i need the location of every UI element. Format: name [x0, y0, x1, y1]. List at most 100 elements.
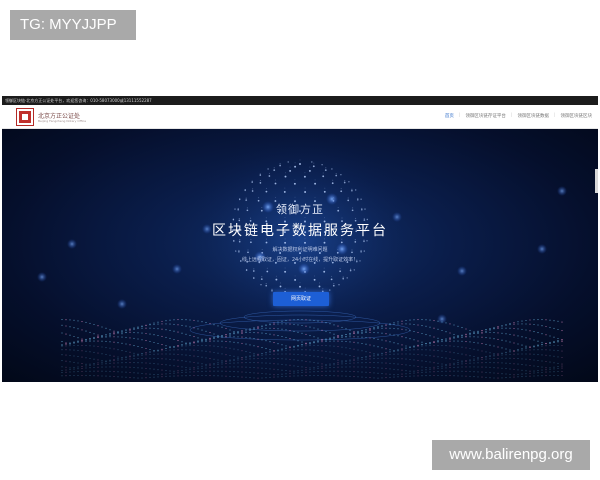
wave-particle [205, 322, 207, 324]
globe-dot [287, 161, 289, 163]
wave-particle [337, 363, 339, 365]
wave-particle [157, 323, 159, 325]
wave-particle [505, 377, 507, 379]
wave-particle [325, 340, 327, 342]
wave-particle [185, 366, 187, 368]
wave-particle [305, 319, 307, 321]
wave-particle [337, 370, 339, 372]
wave-particle [293, 353, 295, 355]
wave-particle [305, 369, 307, 371]
wave-particle [357, 362, 359, 364]
nav-item-block[interactable]: 领御区块链区块 [561, 113, 593, 119]
wave-particle [481, 350, 483, 352]
wave-particle [305, 325, 307, 327]
wave-particle [325, 375, 327, 377]
wave-particle [265, 324, 267, 326]
logo-seal-icon[interactable] [16, 108, 34, 126]
wave-particle [209, 370, 211, 372]
wave-particle [285, 370, 287, 372]
wave-particle [289, 372, 291, 375]
wave-particle [501, 362, 503, 364]
wave-particle [209, 375, 211, 377]
wave-particle [153, 368, 155, 370]
wave-particle [385, 368, 387, 370]
wave-particle [429, 355, 431, 357]
wave-particle [437, 320, 439, 322]
globe-dot [251, 190, 254, 192]
wave-particle [505, 368, 507, 370]
wave-particle [493, 362, 495, 364]
wave-particle [505, 357, 507, 359]
wave-particle [289, 349, 291, 351]
wave-particle [469, 366, 471, 368]
wave-particle [305, 345, 307, 347]
wave-particle [73, 342, 75, 344]
globe-dot [353, 269, 355, 271]
wave-particle [229, 341, 231, 343]
wave-particle [417, 359, 419, 361]
wave-particle [365, 343, 367, 345]
wave-particle [225, 334, 227, 336]
wave-particle [389, 376, 391, 378]
wave-particle [453, 362, 455, 364]
wave-particle [213, 337, 215, 339]
wave-particle [237, 359, 239, 361]
globe-dot [267, 168, 269, 170]
wave-particle [81, 321, 83, 323]
wave-particle [133, 377, 135, 379]
wave-particle [61, 345, 63, 347]
wave-particle [89, 339, 91, 341]
wave-particle [489, 377, 491, 379]
wave-particle [85, 321, 87, 323]
wave-particle [525, 349, 527, 351]
nav-item-data[interactable]: 领御区块链数据 [517, 113, 549, 119]
wave-particle [161, 348, 163, 350]
wave-particle [517, 343, 519, 345]
wave-particle [181, 332, 183, 334]
wave-particle [465, 370, 467, 372]
wave-particle [441, 367, 443, 369]
wave-particle [241, 357, 243, 359]
wave-particle [561, 365, 563, 367]
wave-particle [209, 345, 211, 347]
wave-particle [561, 374, 563, 377]
wave-particle [477, 332, 479, 334]
wave-particle [353, 359, 355, 361]
wave-particle [425, 345, 427, 347]
scrollbar[interactable] [595, 169, 598, 193]
wave-particle [297, 324, 299, 326]
wave-particle [533, 323, 535, 326]
wave-particle [537, 370, 539, 372]
wave-particle [425, 349, 427, 351]
globe-dot [340, 174, 342, 176]
wave-particle [113, 330, 115, 332]
wave-particle [381, 362, 383, 364]
wave-particle [101, 346, 103, 348]
wave-particle [393, 351, 395, 353]
globe-dot [346, 277, 348, 279]
wave-particle [153, 376, 155, 378]
wave-particle [217, 340, 219, 342]
globe-dot [284, 241, 287, 244]
wave-particle [65, 343, 67, 345]
wave-particle [437, 366, 439, 368]
wave-particle [433, 374, 435, 377]
wave-particle [449, 363, 451, 365]
wave-particle [401, 320, 403, 322]
web-evidence-button[interactable]: 网页取证 [273, 292, 329, 306]
wave-particle [65, 371, 67, 373]
wave-particle [397, 349, 399, 351]
globe-dot [265, 284, 268, 287]
wave-particle [537, 324, 539, 326]
globe-dot [284, 187, 286, 189]
wave-particle [221, 326, 223, 328]
wave-particle [169, 329, 171, 331]
wave-particle [253, 337, 255, 340]
wave-particle [229, 370, 231, 372]
wave-particle [557, 339, 559, 342]
wave-particle [109, 334, 111, 336]
nav-item-home[interactable]: 首页 [445, 113, 454, 119]
wave-particle [513, 357, 515, 360]
globe-dot [323, 270, 326, 273]
nav-item-evidence-platform[interactable]: 领御区块链存证平台 [465, 113, 506, 119]
